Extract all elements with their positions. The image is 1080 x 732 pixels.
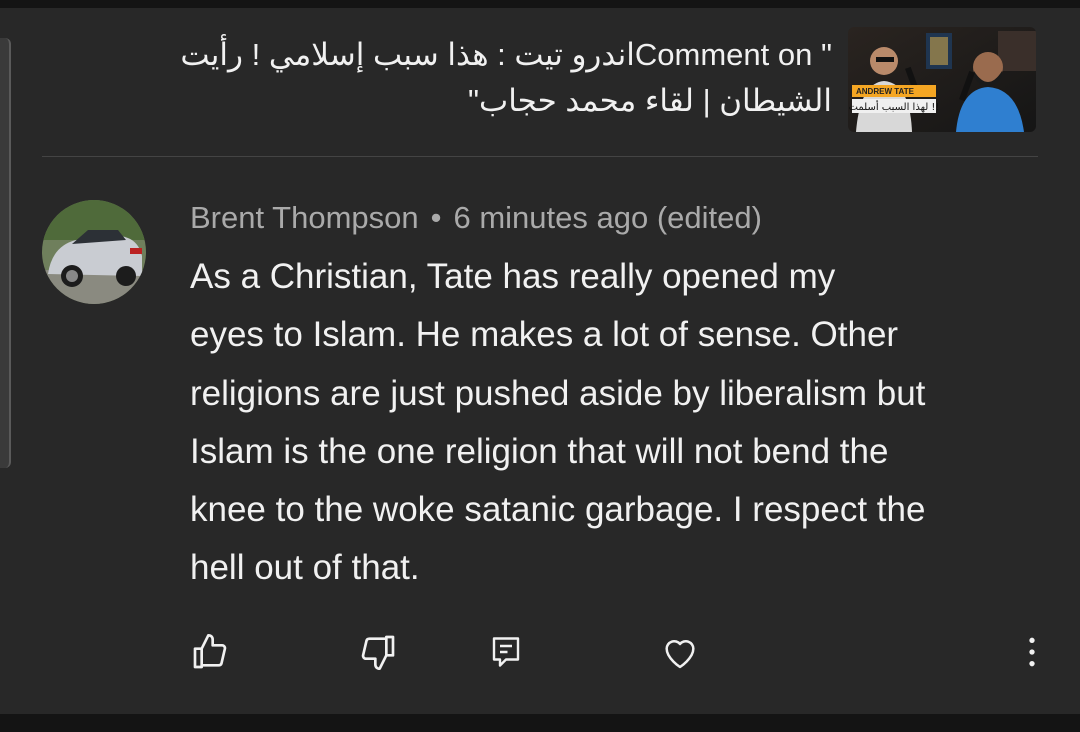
comment-text-line: eyes to Islam. He makes a lot of sense. … [190,315,899,355]
comment-text-line: Islam is the one religion that will not … [190,431,889,471]
like-button[interactable] [188,630,232,674]
video-title-line1: اندرو تيت : هذا سبب إسلامي ! رأيت [180,37,635,72]
reply-icon [492,637,520,667]
thumbnail-caption: لهذا السبب أسلمت !! [849,100,940,113]
avatar[interactable] [42,200,146,304]
title-suffix: " [468,83,480,118]
meta-separator: • [430,200,442,235]
thumbs-up-icon [193,634,227,669]
dislike-button[interactable] [356,630,400,674]
comment-text-line: hell out of that. [190,548,420,588]
bottom-bar [0,714,1080,732]
comment-meta: Brent Thompson • 6 minutes ago (edited) [190,200,762,236]
more-vertical-icon [1029,637,1035,667]
thumbs-down-icon [361,635,395,670]
comment-text: As a Christian, Tate has really opened m… [190,248,1050,598]
heart-button[interactable] [658,630,702,674]
comment-author[interactable]: Brent Thompson [190,200,419,235]
comment-text-line: As a Christian, Tate has really opened m… [190,257,836,296]
scroll-edge[interactable] [0,38,11,468]
video-title-line2: الشيطان | لقاء محمد حجاب [479,83,832,118]
divider [42,156,1038,157]
more-options-button[interactable] [1010,630,1054,674]
video-thumbnail[interactable]: ANDREW TATE لهذا السبب أسلمت !! [848,27,1036,132]
comment-time: 6 minutes ago (edited) [453,200,762,235]
reply-button[interactable] [484,630,528,674]
comment-context-title[interactable]: Comment on "اندرو تيت : هذا سبب إسلامي !… [42,32,832,124]
comment-text-line: religions are just pushed aside by liber… [190,373,926,413]
heart-icon [665,639,695,669]
title-prefix: Comment on " [634,37,832,72]
thumbnail-caption-top: ANDREW TATE [856,87,915,96]
comment-text-line: knee to the woke satanic garbage. I resp… [190,490,926,530]
